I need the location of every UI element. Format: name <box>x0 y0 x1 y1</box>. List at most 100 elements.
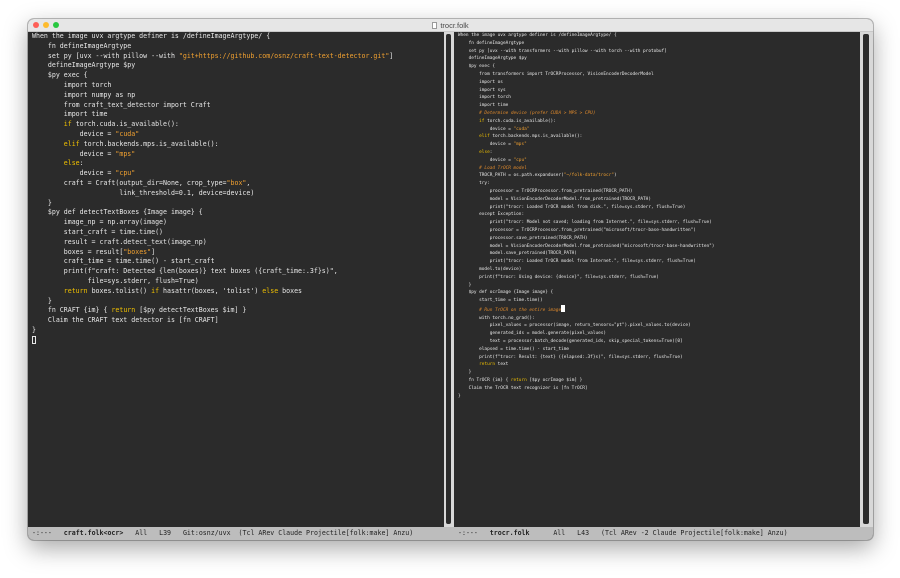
code-line[interactable]: model = VisionEncoderDecoderModel.from_p… <box>458 196 714 204</box>
code-line[interactable]: return text <box>458 361 714 369</box>
code-line[interactable]: } <box>32 326 393 336</box>
code-line[interactable]: elif torch.backends.mps.is_available(): <box>32 140 393 150</box>
code-line[interactable]: fn defineImageArgtype <box>32 42 393 52</box>
right-editor-pane[interactable]: When the image uvx argtype definer is /d… <box>454 32 860 529</box>
text-cursor <box>561 304 566 312</box>
code-line[interactable]: device = "mps" <box>458 141 714 149</box>
code-line[interactable]: start_time = time.time() <box>458 297 714 305</box>
right-modeline-modes[interactable]: (Tcl ARev -2 Claude Projectile[folk:make… <box>601 529 788 537</box>
left-modeline-buffer-name[interactable]: craft.folk<ocr> <box>64 529 124 537</box>
inactive-cursor <box>32 335 36 344</box>
code-line[interactable]: image_np = np.array(image) <box>32 218 393 228</box>
left-code-text[interactable]: When the image uvx argtype definer is /d… <box>32 32 393 347</box>
code-line[interactable]: model.to(device) <box>458 266 714 274</box>
code-line[interactable]: defineImageArgtype $py <box>458 55 714 63</box>
code-line[interactable]: import torch <box>32 81 393 91</box>
code-line[interactable]: import os <box>458 79 714 87</box>
code-line[interactable]: model.save_pretrained(TROCR_PATH) <box>458 250 714 258</box>
code-line[interactable]: device = "mps" <box>32 150 393 160</box>
code-line[interactable]: $py def detectTextBoxes {Image image} { <box>32 208 393 218</box>
code-line[interactable]: When the image uvx argtype definer is /d… <box>458 32 714 40</box>
code-line[interactable]: with torch.no_grad(): <box>458 315 714 323</box>
code-line[interactable]: except Exception: <box>458 211 714 219</box>
code-line[interactable]: } <box>458 282 714 290</box>
code-line[interactable]: print("trocr: Loaded TrOCR model from di… <box>458 204 714 212</box>
code-line[interactable]: boxes = result["boxes"] <box>32 248 393 258</box>
code-line[interactable]: defineImageArgtype $py <box>32 61 393 71</box>
code-line[interactable]: from transformers import TrOCRProcessor,… <box>458 71 714 79</box>
code-line[interactable]: import torch <box>458 94 714 102</box>
code-line[interactable]: print(f"trocr: Result: {text} ({elapsed:… <box>458 354 714 362</box>
code-line[interactable]: import time <box>458 102 714 110</box>
code-line[interactable]: try: <box>458 180 714 188</box>
code-line[interactable]: } <box>32 297 393 307</box>
code-token: generated_ids = model.generate(pixel_val… <box>458 331 607 337</box>
code-line[interactable]: # Run TrOCR on the entire image <box>458 304 714 315</box>
code-line[interactable]: processor = TrOCRProcessor.from_pretrain… <box>458 188 714 196</box>
code-line[interactable]: if torch.cuda.is_available(): <box>32 120 393 130</box>
code-line[interactable]: $py exec { <box>458 63 714 71</box>
code-line[interactable]: device = "cuda" <box>458 126 714 134</box>
right-code-text[interactable]: When the image uvx argtype definer is /d… <box>458 32 714 400</box>
code-line[interactable]: } <box>458 393 714 401</box>
code-line[interactable]: craft_time = time.time() - start_craft <box>32 257 393 267</box>
code-line[interactable]: } <box>458 369 714 377</box>
code-line[interactable]: processor.save_pretrained(TROCR_PATH) <box>458 235 714 243</box>
code-line[interactable]: import numpy as np <box>32 91 393 101</box>
left-scrollbar-thumb[interactable] <box>446 34 451 524</box>
code-line[interactable]: start_craft = time.time() <box>32 228 393 238</box>
code-line[interactable]: else: <box>32 159 393 169</box>
code-line[interactable]: } <box>32 199 393 209</box>
code-line[interactable]: pixel_values = processor(image, return_t… <box>458 322 714 330</box>
code-line[interactable]: fn TrOCR {im} { return [$py ocrImage $im… <box>458 377 714 385</box>
left-modeline-vc[interactable]: Git:osnz/uvx <box>183 529 231 537</box>
code-line[interactable]: result = craft.detect_text(image_np) <box>32 238 393 248</box>
right-scrollbar[interactable] <box>860 32 873 529</box>
code-line[interactable]: $py exec { <box>32 71 393 81</box>
code-line[interactable]: print(f"craft: Detected {len(boxes)} tex… <box>32 267 393 277</box>
left-editor-pane[interactable]: When the image uvx argtype definer is /d… <box>28 32 444 529</box>
left-mode-line[interactable]: -:--- craft.folk<ocr> All L39 Git:osnz/u… <box>28 527 454 540</box>
code-line[interactable]: craft = Craft(output_dir=None, crop_type… <box>32 179 393 189</box>
code-line[interactable]: device = "cpu" <box>32 169 393 179</box>
code-line[interactable]: Claim the CRAFT text detector is [fn CRA… <box>32 316 393 326</box>
code-line[interactable]: device = "cuda" <box>32 130 393 140</box>
code-token-kw: else <box>262 286 279 295</box>
right-mode-line[interactable]: -:--- trocr.folk All L43 (Tcl ARev -2 Cl… <box>454 527 873 540</box>
left-modeline-modes[interactable]: (Tcl ARev Claude Projectile[folk:make] A… <box>239 529 414 537</box>
right-modeline-buffer-name[interactable]: trocr.folk <box>490 529 530 537</box>
code-line[interactable]: print(f"trocr: Using device: {device}", … <box>458 274 714 282</box>
code-line[interactable]: model = VisionEncoderDecoderModel.from_p… <box>458 243 715 251</box>
code-line[interactable]: set py [uvx --with pillow --with "git+ht… <box>32 52 393 62</box>
right-scrollbar-thumb[interactable] <box>863 34 869 524</box>
code-line[interactable] <box>32 335 393 347</box>
code-line[interactable]: import time <box>32 110 393 120</box>
code-line[interactable]: TROCR_PATH = os.path.expanduser("~/folk-… <box>458 172 714 180</box>
code-line[interactable]: elapsed = time.time() - start_time <box>458 346 714 354</box>
code-line[interactable]: set py [uvx --with transformers --with p… <box>458 48 714 56</box>
code-line[interactable]: # Load TrOCR model <box>458 165 714 173</box>
code-line[interactable]: # Determine device (prefer CUDA > MPS > … <box>458 110 714 118</box>
code-line[interactable]: else: <box>458 149 714 157</box>
code-line[interactable]: processor = TrOCRProcessor.from_pretrain… <box>458 227 714 235</box>
code-line[interactable]: device = "cpu" <box>458 157 714 165</box>
code-line[interactable]: if torch.cuda.is_available(): <box>458 118 714 126</box>
code-line[interactable]: print("trocr: Model not saved; loading f… <box>458 219 714 227</box>
code-line[interactable]: fn defineImageArgtype <box>458 40 714 48</box>
code-line[interactable]: generated_ids = model.generate(pixel_val… <box>458 330 714 338</box>
code-line[interactable]: $py def ocrImage {Image image} { <box>458 289 714 297</box>
code-line[interactable]: Claim the TrOCR text recognizer is [fn T… <box>458 385 714 393</box>
code-line[interactable]: from craft_text_detector import Craft <box>32 101 393 111</box>
left-scrollbar[interactable] <box>444 32 454 529</box>
code-token: text <box>495 362 509 368</box>
code-line[interactable]: elif torch.backends.mps.is_available(): <box>458 133 714 141</box>
code-line[interactable]: When the image uvx argtype definer is /d… <box>32 32 393 42</box>
code-line[interactable]: print("trocr: Loaded TrOCR model from In… <box>458 258 714 266</box>
code-line[interactable]: import sys <box>458 87 714 95</box>
code-line[interactable]: link_threshold=0.1, device=device) <box>32 189 393 199</box>
code-line[interactable]: text = processor.batch_decode(generated_… <box>458 338 714 346</box>
code-line[interactable]: return boxes.tolist() if hasattr(boxes, … <box>32 287 393 297</box>
code-line[interactable]: file=sys.stderr, flush=True) <box>32 277 393 287</box>
code-line[interactable]: fn CRAFT {im} { return [$py detectTextBo… <box>32 306 393 316</box>
